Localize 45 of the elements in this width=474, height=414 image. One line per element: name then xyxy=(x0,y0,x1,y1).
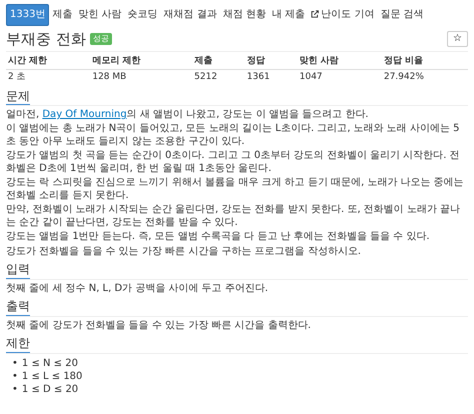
table-cell: 1047 xyxy=(298,69,382,85)
nav-tab[interactable]: 재채점 결과 xyxy=(160,5,220,25)
paragraph: 강도가 전화벨을 들을 수 있는 가장 빠른 시간을 구하는 프로그램을 작성하시오. xyxy=(6,246,362,258)
table-cell: 27.942% xyxy=(382,69,468,85)
nav-tab[interactable]: 채점 현황 xyxy=(220,5,270,25)
table-cell: 128 MB xyxy=(90,69,192,85)
table-cell: 5212 xyxy=(192,69,245,85)
column-header: 메모리 제한 xyxy=(90,54,192,70)
section-heading: 문제 xyxy=(6,88,30,105)
star-button[interactable]: ☆ xyxy=(447,31,468,47)
paragraph: 강도는 앨범을 1번만 듣는다. 즉, 모든 앨범 수록곡을 다 듣고 난 후에는 전화벨을 들을 수 있다. xyxy=(6,231,431,244)
nav-tab[interactable]: 1333번 xyxy=(6,4,50,26)
section-heading: 제한 xyxy=(6,336,30,353)
column-header: 제출 xyxy=(192,54,245,70)
paragraph: 강도가 앨범의 첫 곡을 듣는 순간이 0초이다. 그리고 그 0초부터 강도의 전화벨이 울리기 시작한다. 전화벨은 D초에 1번씩 울리며, 한 번 울릴 때 1초동안 울린다. xyxy=(6,150,461,176)
constraint-item: 1 ≤ D ≤ 20 xyxy=(22,382,78,396)
external-link-icon xyxy=(311,10,320,18)
paragraph: 얼마전, Day Of Mourning의 새 앨범이 나왔고, 강도는 이 앨범을 들으려고 한다. xyxy=(6,108,370,122)
paragraph: 이 앨범에는 총 노래가 N곡이 들어있고, 모든 노래의 길이는 L초이다. 그리고, 노래와 노래 사이에는 5초 동안 아무 노래도 들리지 않는 조용한 구간이 있다. xyxy=(6,123,460,148)
paragraph: 만약, 전화벨이 노래가 시작되는 순간 울린다면, 강도는 전화를 받지 못한다. 또, 전화벨이 노래가 끝나는 순간 같이 끝난다면, 강도는 전화를 받을 수 있다. xyxy=(6,204,462,230)
section-heading: 입력 xyxy=(6,262,30,279)
constraint-item: 1 ≤ L ≤ 180 xyxy=(22,370,82,383)
bullet: • xyxy=(12,382,18,396)
paragraph: 강도는 락 스피릿을 진심으로 느끼기 위해서 볼륨을 매우 크게 하고 듣기 때문에, 노래가 나오는 중에는 전화벨 소리를 듣지 못한다. xyxy=(6,177,465,202)
column-header: 정답 xyxy=(244,54,298,70)
column-header: 정답 비율 xyxy=(382,54,468,70)
nav-tab[interactable]: 난이도 기여 xyxy=(308,5,378,25)
nav-tab[interactable]: 맞힌 사람 xyxy=(75,5,125,25)
text-link[interactable]: Day Of Mourning xyxy=(42,108,127,120)
paragraph: 첫째 줄에 세 정수 N, L, D가 공백을 사이에 두고 주어진다. xyxy=(6,282,270,296)
nav-tab[interactable]: 숏코딩 xyxy=(124,5,161,25)
status-label: 성공 xyxy=(90,33,112,45)
paragraph: 첫째 줄에 강도가 전화벨을 들을 수 있는 가장 빠른 시간을 출력한다. xyxy=(6,320,312,332)
problem-title: 부재중 전화 xyxy=(6,30,86,48)
bullet: • xyxy=(12,356,18,370)
nav-tab[interactable]: 제출 xyxy=(49,5,76,25)
table-cell: 1361 xyxy=(244,69,298,85)
column-header: 시간 제한 xyxy=(6,54,90,70)
nav-tab[interactable]: 내 제출 xyxy=(269,5,308,25)
constraint-item: 1 ≤ N ≤ 20 xyxy=(22,356,78,370)
table-cell: 2 초 xyxy=(6,69,90,85)
column-header: 맞힌 사람 xyxy=(298,54,382,70)
nav-tab[interactable]: 질문 검색 xyxy=(377,5,427,25)
bullet: • xyxy=(12,370,18,383)
section-heading: 출력 xyxy=(6,299,30,316)
